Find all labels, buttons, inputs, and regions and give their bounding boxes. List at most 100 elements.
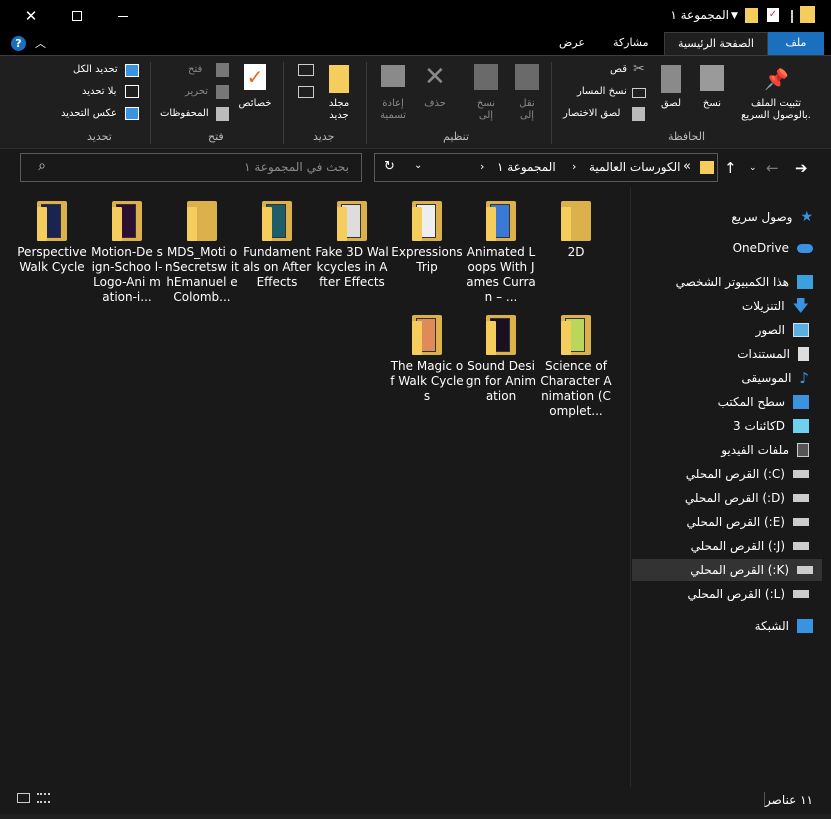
sidebar-item-videos[interactable]: ملفات الفيديو: [721, 439, 809, 461]
new-item-icon[interactable]: [298, 64, 314, 76]
tab-file[interactable]: ملف: [768, 32, 824, 55]
recent-locations-icon[interactable]: ⌄: [749, 163, 757, 173]
breadcrumb-overflow[interactable]: «: [683, 159, 691, 174]
folder-icon: [112, 201, 142, 241]
qat-dropdown-icon[interactable]: ▼: [731, 11, 738, 21]
sidebar-item-quick-access[interactable]: وصول سريع ★: [731, 206, 813, 228]
sidebar-item-onedrive[interactable]: OneDrive: [733, 237, 813, 259]
navigation-bar: ➔ ← ⌄ ↑ « الكورسات العالمية › المجموعة ١…: [0, 149, 831, 187]
open-dropdown-button[interactable]: فتح: [188, 64, 202, 75]
edit-button[interactable]: تحرير: [185, 86, 208, 97]
folder-item[interactable]: Perspective Walk Cycle: [15, 201, 89, 275]
cut-button[interactable]: قص: [610, 64, 627, 75]
folder-item[interactable]: Sound Design for Animation: [464, 315, 538, 404]
collapse-ribbon-icon[interactable]: ︿: [35, 35, 46, 51]
sidebar-item-3d-objects[interactable]: كائنات 3D: [733, 415, 809, 437]
video-icon: [797, 443, 809, 457]
folder-label: Fake 3D Walkcycles in After Effects: [315, 245, 389, 289]
sidebar-item-this-pc[interactable]: هذا الكمبيوتر الشخصي: [676, 271, 813, 293]
pin-quick-access-button[interactable]: تثبيت الملف بالوصول السريع.: [734, 98, 818, 122]
sidebar-item-drive-k[interactable]: القرص المحلي (:K): [632, 559, 822, 581]
folder-icon: [486, 315, 516, 355]
folder-item[interactable]: Expressions Trip: [390, 201, 464, 275]
maximize-button[interactable]: [54, 0, 100, 32]
breadcrumb-group1[interactable]: المجموعة ١: [497, 160, 556, 174]
properties-button[interactable]: خصائص: [234, 98, 276, 110]
move-to-icon: [515, 64, 539, 90]
close-button[interactable]: ✕: [8, 0, 54, 32]
select-group-label: تحديد: [87, 130, 112, 143]
folder-item[interactable]: Animated Loops With James Curran – ...: [464, 201, 538, 305]
new-folder-button[interactable]: مجلد جديد: [320, 98, 358, 122]
refresh-icon[interactable]: ↻: [384, 159, 395, 174]
breadcrumb-separator: ›: [572, 160, 577, 173]
folder-icon: [187, 201, 217, 241]
clipboard-group-label: الحافظة: [668, 130, 706, 143]
select-all-button[interactable]: تحديد الكل: [73, 64, 118, 75]
breadcrumb-courses[interactable]: الكورسات العالمية: [589, 160, 681, 174]
easy-access-icon[interactable]: [298, 86, 314, 98]
delete-button[interactable]: حذف: [418, 98, 452, 110]
folder-icon: [561, 201, 591, 241]
sidebar-item-music[interactable]: الموسيقى ♪: [742, 367, 809, 389]
folder-item[interactable]: MDS_Moti onSecretsw ithEmanuel eColomb..…: [165, 201, 239, 305]
folder-item[interactable]: 2D: [539, 201, 613, 260]
tab-view[interactable]: عرض: [549, 32, 595, 55]
paste-shortcut-icon: [632, 107, 645, 121]
sidebar-item-drive-c[interactable]: القرص المحلي (:C): [686, 463, 809, 485]
sidebar-item-label: القرص المحلي (:L): [687, 587, 785, 601]
tab-share[interactable]: مشاركة: [603, 32, 659, 55]
sidebar-item-downloads[interactable]: التنزيلات 🡇: [742, 295, 809, 317]
sidebar-item-drive-j[interactable]: القرص المحلي (:J): [691, 535, 809, 557]
up-arrow-icon[interactable]: ↑: [724, 159, 737, 177]
file-list: 2D Animated Loops With James Curran – ..…: [0, 187, 630, 787]
title-bar: ✕ المجموعة ١ ▼ ✓: [0, 0, 831, 32]
qat-folder-icon[interactable]: [745, 8, 758, 23]
details-view-icon[interactable]: [17, 793, 30, 803]
invert-selection-button[interactable]: عكس التحديد: [61, 108, 117, 119]
folder-item[interactable]: Fake 3D Walkcycles in After Effects: [315, 201, 389, 290]
copy-path-button[interactable]: نسخ المسار: [577, 86, 627, 97]
paste-button[interactable]: لصق: [654, 98, 688, 110]
tab-home[interactable]: الصفحة الرئيسية: [664, 32, 768, 55]
search-box[interactable]: بحث في المجموعة ١ ⌕: [20, 153, 362, 182]
search-input[interactable]: بحث في المجموعة ١: [244, 160, 349, 174]
select-none-icon: [125, 85, 139, 98]
folder-item[interactable]: Fundament als on After Effects: [240, 201, 314, 290]
folder-item[interactable]: Science of Character Animation (Complet.…: [539, 315, 613, 419]
sidebar-item-pictures[interactable]: الصور: [756, 319, 809, 341]
sidebar-item-desktop[interactable]: سطح المكتب: [718, 391, 809, 413]
sidebar-item-label: وصول سريع: [731, 210, 793, 224]
item-count: ١١ عناصر: [765, 793, 813, 807]
sidebar-item-label: OneDrive: [732, 241, 789, 255]
open-group-label: فتح: [208, 130, 224, 143]
qat-properties-icon[interactable]: ✓: [767, 8, 779, 22]
history-button[interactable]: المحفوظات: [160, 108, 209, 119]
sidebar-item-drive-d[interactable]: القرص المحلي (:D): [685, 487, 809, 509]
folder-label: Fundament als on After Effects: [242, 245, 312, 289]
download-arrow-icon: 🡇: [792, 296, 809, 315]
address-bar[interactable]: « الكورسات العالمية › المجموعة ١ › ⌄ ↻: [374, 153, 718, 182]
large-icons-view-icon[interactable]: [37, 793, 50, 803]
paste-shortcut-button[interactable]: لصق الاختصار: [563, 108, 620, 119]
copy-to-button[interactable]: نسخ إلى: [469, 98, 503, 122]
help-icon[interactable]: ?: [11, 36, 26, 51]
sidebar-item-label: ملفات الفيديو: [721, 443, 789, 457]
sidebar-item-drive-e[interactable]: القرص المحلي (:E): [687, 511, 809, 533]
minimize-button[interactable]: [100, 0, 146, 32]
folder-item[interactable]: Motion-De sign-Schoo l-Logo-Ani mation-i…: [90, 201, 164, 305]
app-folder-icon: [800, 6, 815, 23]
address-dropdown-icon[interactable]: ⌄: [414, 160, 422, 171]
select-none-button[interactable]: بلا تحديد: [82, 86, 116, 97]
sidebar-item-label: الصور: [755, 323, 785, 337]
folder-item[interactable]: The Magic of Walk Cycles: [390, 315, 464, 404]
move-to-button[interactable]: نقل إلى: [510, 98, 544, 122]
sidebar-item-documents[interactable]: المستندات: [737, 343, 809, 365]
sidebar-item-label: التنزيلات: [741, 299, 785, 313]
rename-button[interactable]: إعادة تسمية: [372, 98, 414, 122]
back-arrow-icon[interactable]: ➔: [795, 159, 808, 177]
sidebar-item-drive-l[interactable]: القرص المحلي (:L): [687, 583, 809, 605]
sidebar-item-network[interactable]: الشبكة: [755, 615, 813, 637]
forward-arrow-icon[interactable]: ←: [766, 159, 779, 177]
copy-button[interactable]: نسخ: [695, 98, 729, 110]
